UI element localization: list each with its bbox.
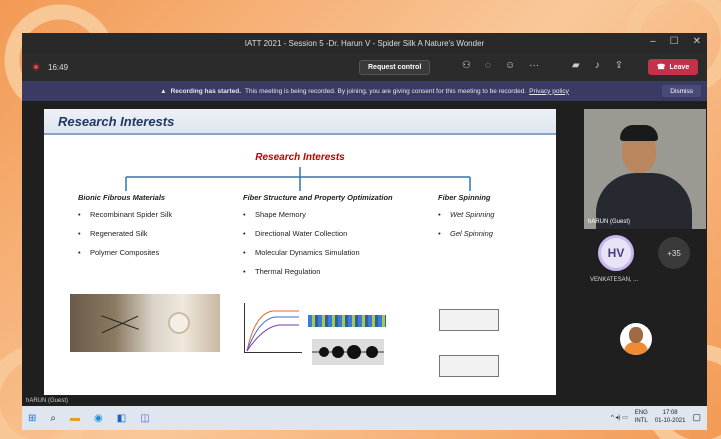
window-controls: – ☐ ✕ bbox=[650, 36, 701, 47]
column-fiber-structure: Fiber Structure and Property Optimizatio… bbox=[243, 193, 393, 286]
slide-header-title: Research Interests bbox=[58, 113, 175, 129]
water-collection-image bbox=[312, 339, 384, 365]
participants-icon[interactable]: ⚇ bbox=[462, 60, 471, 71]
column-title: Bionic Fibrous Materials bbox=[78, 193, 166, 202]
dismiss-button[interactable]: Dismiss bbox=[662, 85, 701, 97]
column-title: Fiber Structure and Property Optimizatio… bbox=[243, 193, 393, 202]
teams-icon[interactable]: ◫ bbox=[140, 413, 149, 424]
window-title: IATT 2021 - Session 5 -Dr. Harun V - Spi… bbox=[244, 38, 485, 48]
windows-start-icon[interactable]: ⊞ bbox=[28, 413, 36, 424]
tray-icons[interactable]: ^ ◂) ▭ bbox=[611, 414, 628, 421]
meeting-stage: Research Interests Research Interests Bi… bbox=[22, 101, 707, 406]
avatar-name: VENKATESAN, ... bbox=[590, 277, 639, 283]
outlook-icon[interactable]: ◧ bbox=[117, 413, 126, 424]
list-item: Directional Water Collection bbox=[243, 229, 393, 238]
toolbar-icons: ⚇ ◌ ☺ ··· bbox=[462, 60, 539, 71]
recording-icon bbox=[32, 63, 40, 71]
banner-text: This meeting is being recorded. By joini… bbox=[245, 87, 527, 95]
camera-off-icon[interactable]: ▰ bbox=[572, 60, 580, 71]
shared-slide: Research Interests Research Interests Bi… bbox=[44, 109, 556, 395]
more-participants-button[interactable]: +35 bbox=[658, 237, 690, 269]
list-item: Gel Spinning bbox=[438, 229, 494, 238]
file-explorer-icon[interactable]: ▬ bbox=[70, 413, 80, 424]
participant-video[interactable]: hARUN (Guest) bbox=[584, 109, 706, 229]
presenter-label: hARUN (Guest) bbox=[26, 398, 69, 404]
list-item: Polymer Composites bbox=[78, 248, 172, 257]
maximize-icon[interactable]: ☐ bbox=[670, 36, 679, 47]
participant-name-label: hARUN (Guest) bbox=[588, 219, 631, 225]
warning-icon: ▲ bbox=[160, 87, 167, 95]
slide-header: Research Interests bbox=[44, 109, 556, 135]
title-bar: IATT 2021 - Session 5 -Dr. Harun V - Spi… bbox=[22, 33, 707, 53]
list-item: Recombinant Spider Silk bbox=[78, 210, 172, 219]
share-icon[interactable]: ⇪ bbox=[615, 60, 623, 71]
gel-spinning-diagram bbox=[439, 355, 499, 377]
meeting-timer: 16:49 bbox=[48, 62, 69, 72]
taskbar-apps: ⊞ ⌕ ▬ ◉ ◧ ◫ bbox=[28, 413, 150, 424]
close-icon[interactable]: ✕ bbox=[693, 36, 701, 47]
more-options-icon[interactable]: ··· bbox=[529, 60, 539, 71]
windows-taskbar: ⊞ ⌕ ▬ ◉ ◧ ◫ ^ ◂) ▭ ENG INTL 17:08 01-10-… bbox=[22, 406, 707, 430]
chat-icon[interactable]: ◌ bbox=[485, 60, 491, 71]
molecular-simulation-image bbox=[308, 315, 386, 327]
column-bionic: Bionic Fibrous Materials Recombinant Spi… bbox=[78, 193, 172, 267]
language-indicator[interactable]: ENG INTL bbox=[635, 409, 648, 425]
edge-icon[interactable]: ◉ bbox=[94, 413, 103, 424]
phone-icon: ☎ bbox=[656, 64, 666, 71]
slide-center-title: Research Interests bbox=[255, 152, 345, 163]
list-item: Shape Memory bbox=[243, 210, 393, 219]
notification-icon[interactable]: ▢ bbox=[692, 412, 701, 423]
media-controls: ▰ ♪ ⇪ bbox=[572, 60, 623, 71]
minimize-icon[interactable]: – bbox=[650, 36, 656, 47]
privacy-policy-link[interactable]: Privacy policy bbox=[529, 88, 569, 95]
clock[interactable]: 17:08 01-10-2021 bbox=[655, 409, 686, 425]
system-tray: ^ ◂) ▭ ENG INTL 17:08 01-10-2021 ▢ bbox=[611, 409, 701, 425]
self-view-avatar[interactable] bbox=[620, 323, 652, 355]
meeting-toolbar: 16:49 Request control ⚇ ◌ ☺ ··· ▰ ♪ ⇪ ☎ … bbox=[22, 53, 707, 81]
mic-off-icon[interactable]: ♪ bbox=[595, 60, 600, 71]
spider-silk-photo bbox=[70, 294, 220, 352]
avatar[interactable]: HV bbox=[598, 235, 634, 271]
participant-avatars: HV +35 VENKATESAN, ... bbox=[584, 235, 706, 295]
list-item: Molecular Dynamics Simulation bbox=[243, 248, 393, 257]
column-title: Fiber Spinning bbox=[438, 193, 491, 202]
recording-banner: ▲ Recording has started. This meeting is… bbox=[22, 81, 707, 101]
leave-label: Leave bbox=[669, 63, 690, 71]
list-item: Thermal Regulation bbox=[243, 267, 393, 276]
reactions-icon[interactable]: ☺ bbox=[505, 60, 515, 71]
banner-bold-text: Recording has started. bbox=[170, 87, 242, 95]
wet-spinning-diagram bbox=[439, 309, 499, 331]
leave-button[interactable]: ☎ Leave bbox=[648, 59, 698, 75]
request-control-button[interactable]: Request control bbox=[359, 60, 431, 75]
list-item: Regenerated Silk bbox=[78, 229, 172, 238]
list-item: Wet Spinning bbox=[438, 210, 494, 219]
shape-memory-graph bbox=[244, 303, 302, 353]
column-fiber-spinning: Fiber Spinning Wet Spinning Gel Spinning bbox=[438, 193, 494, 248]
search-icon[interactable]: ⌕ bbox=[50, 413, 56, 424]
teams-meeting-window: IATT 2021 - Session 5 -Dr. Harun V - Spi… bbox=[22, 33, 707, 430]
